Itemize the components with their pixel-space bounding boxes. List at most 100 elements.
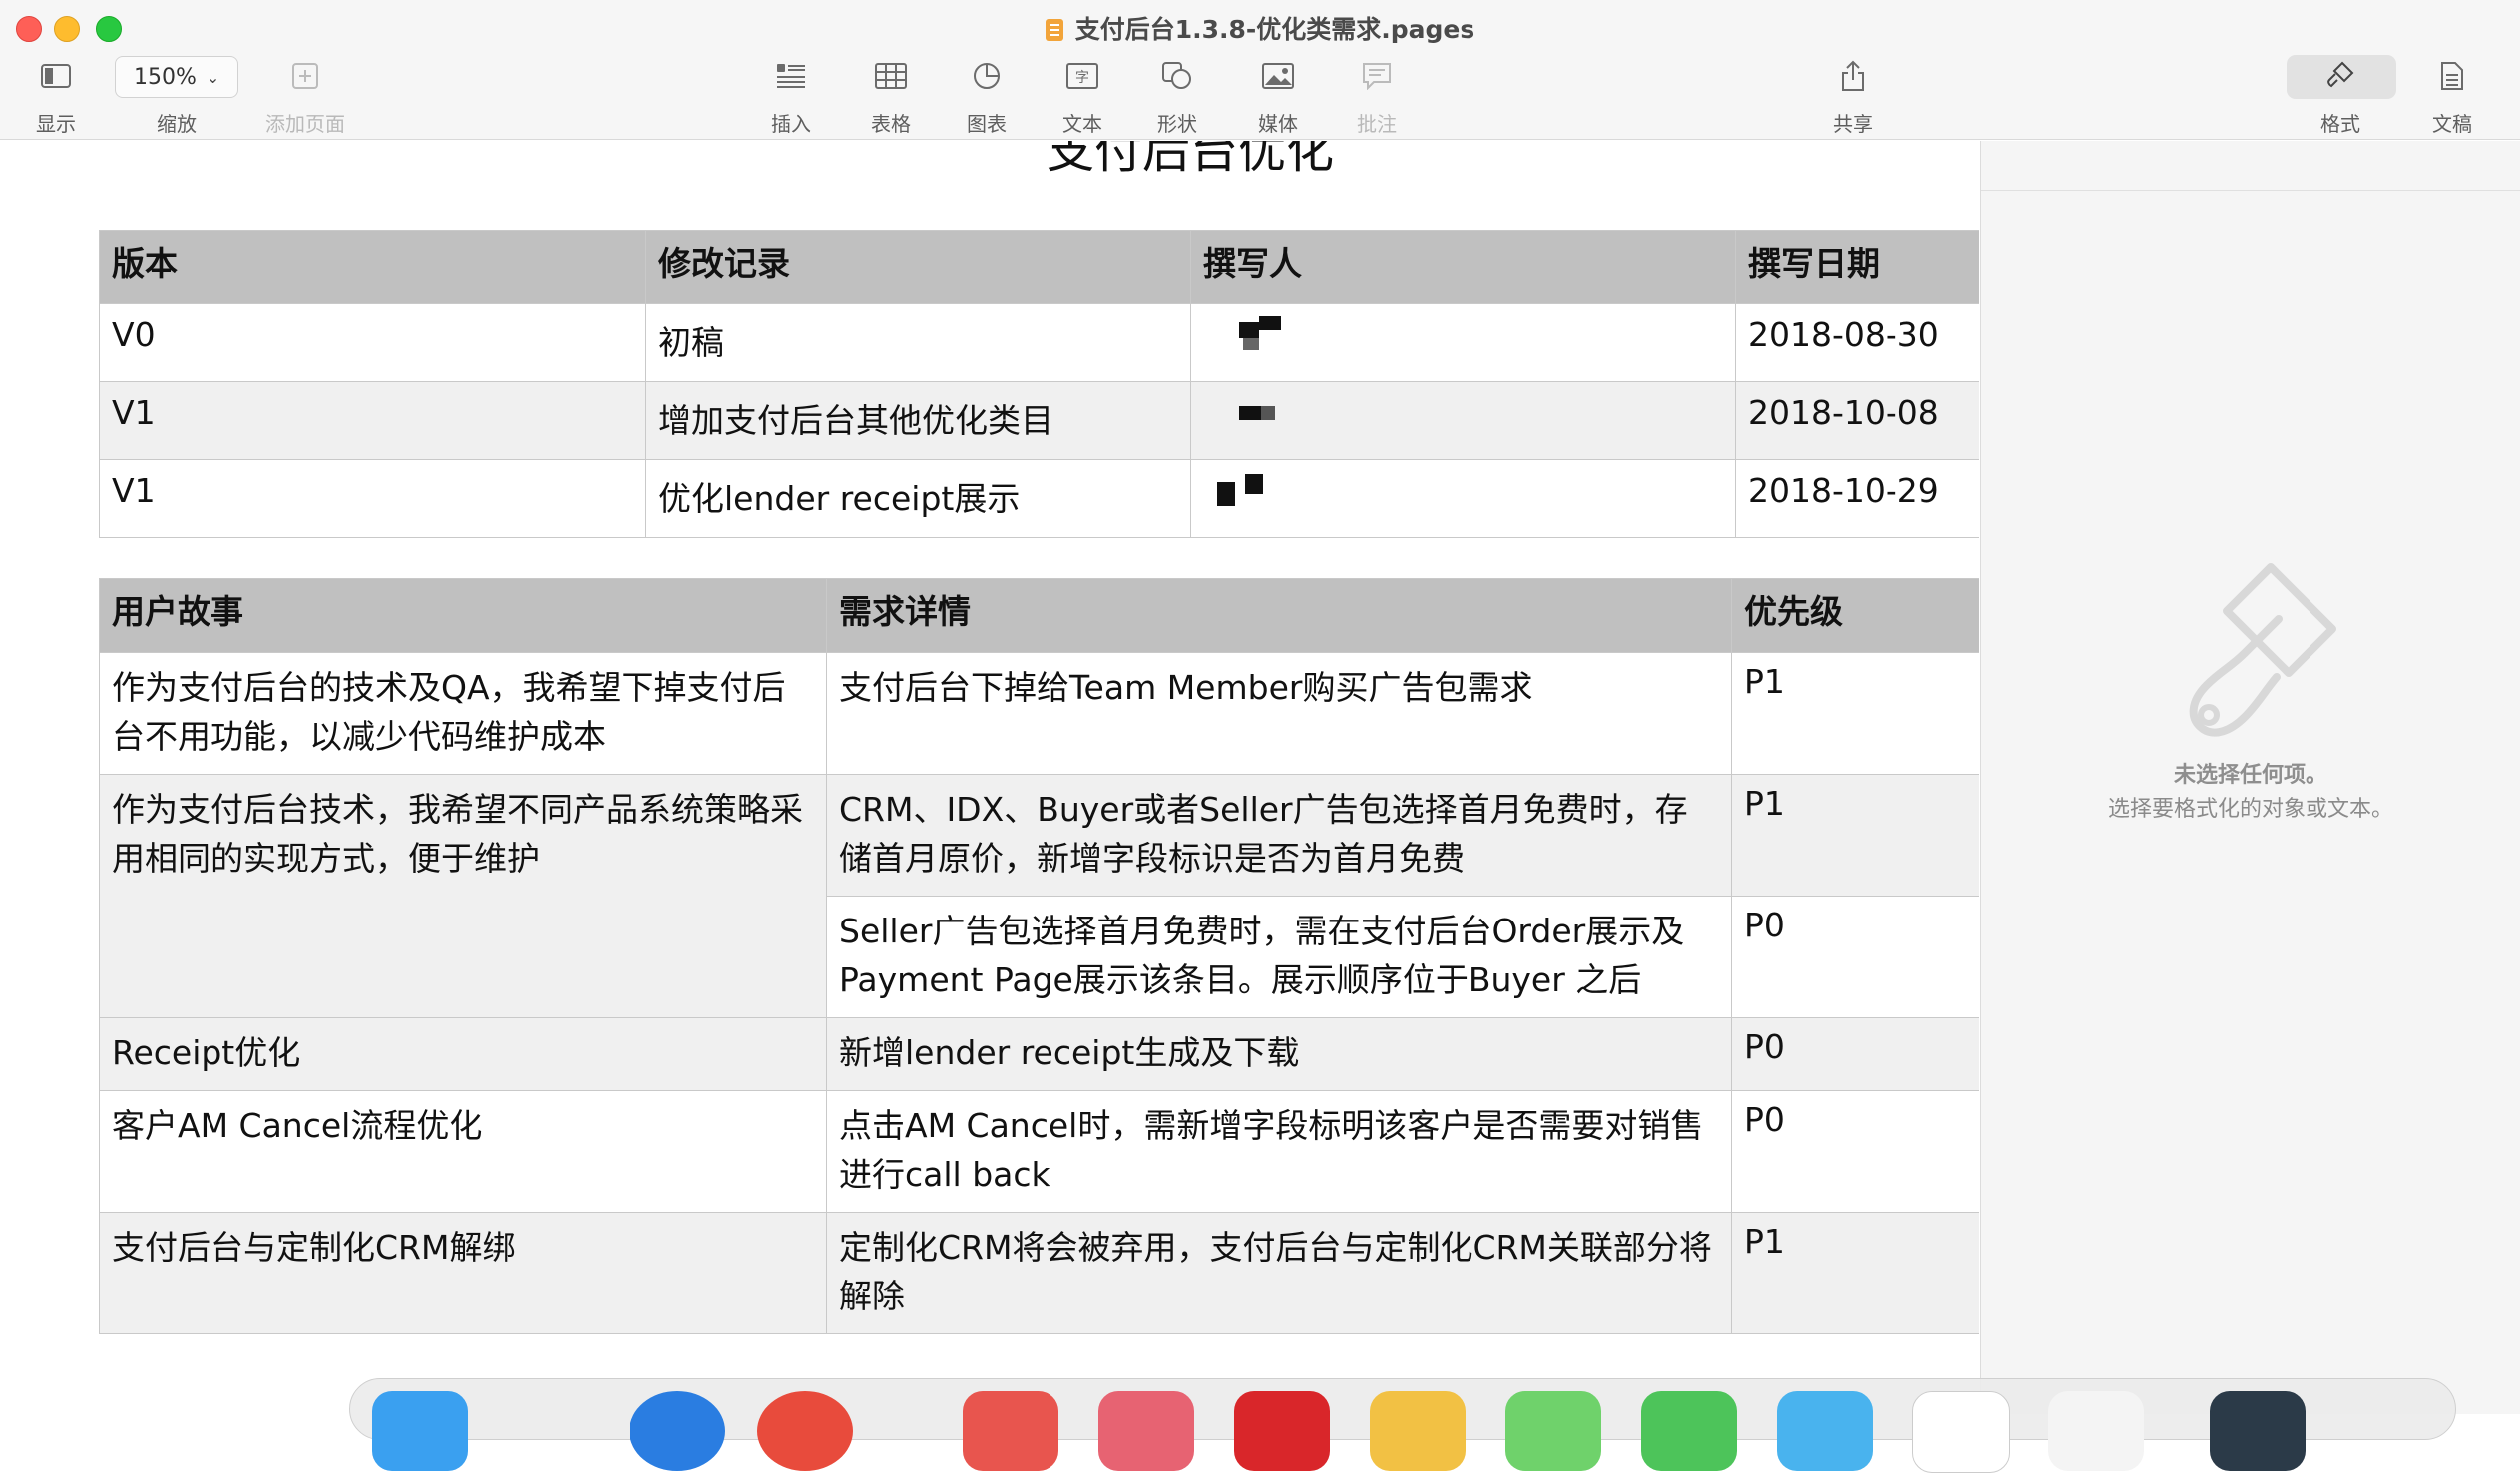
cell-change[interactable]: 优化lender receipt展示 <box>645 459 1191 538</box>
insert-button[interactable]: 插入 <box>736 58 846 137</box>
comment-button[interactable]: 批注 <box>1322 58 1432 137</box>
document-title[interactable]: 支付后台优化 <box>0 141 1979 181</box>
add-page-label: 添加页面 <box>265 112 345 136</box>
dock-app-icon[interactable] <box>1098 1391 1194 1471</box>
dock-app-icon[interactable] <box>963 1391 1058 1471</box>
cell-user-story[interactable]: 作为支付后台的技术及QA，我希望下掉支付后台不用功能，以减少代码维护成本 <box>99 652 827 775</box>
sidebar-divider <box>1981 190 2520 191</box>
cell-change[interactable]: 增加支付后台其他优化类目 <box>645 381 1191 460</box>
format-sidebar: 未选择任何项。 选择要格式化的对象或文本。 <box>1980 141 2520 1414</box>
cell-user-story[interactable]: 支付后台与定制化CRM解绑 <box>99 1212 827 1334</box>
text-label: 文本 <box>1062 112 1102 136</box>
cell-version[interactable]: V1 <box>99 459 646 538</box>
cell-date[interactable]: 2018-10-08 <box>1735 381 1979 460</box>
dock-app-icon[interactable] <box>2048 1391 2144 1471</box>
cell-requirement-detail[interactable]: 定制化CRM将会被弃用，支付后台与定制化CRM关联部分将解除 <box>826 1212 1732 1334</box>
share-button[interactable]: 共享 <box>1798 58 1907 137</box>
cell-priority[interactable]: P1 <box>1731 1212 1979 1334</box>
dock-app-icon[interactable] <box>1370 1391 1466 1471</box>
dock-app-icon[interactable] <box>1234 1391 1330 1471</box>
table-row[interactable]: 支付后台与定制化CRM解绑 定制化CRM将会被弃用，支付后台与定制化CRM关联部… <box>99 1212 1979 1334</box>
revision-header-row: 版本 修改记录 撰写人 撰写日期 <box>99 230 1979 304</box>
cell-change[interactable]: 初稿 <box>645 303 1191 382</box>
view-button[interactable]: 显示 <box>1 58 111 137</box>
cell-date[interactable]: 2018-10-29 <box>1735 459 1979 538</box>
table-row[interactable]: Receipt优化 新增lender receipt生成及下载 P0 <box>99 1017 1979 1091</box>
redacted-author-name <box>1203 314 1313 358</box>
pie-chart-icon <box>932 58 1042 94</box>
dock-app-icon[interactable] <box>2210 1391 2306 1471</box>
dock-app-icon[interactable] <box>1505 1391 1601 1471</box>
cell-requirement-detail[interactable]: 点击AM Cancel时，需新增字段标明该客户是否需要对销售进行call bac… <box>826 1090 1732 1213</box>
table-button[interactable]: 表格 <box>836 58 946 137</box>
header-date[interactable]: 撰写日期 <box>1735 230 1979 304</box>
cell-priority[interactable]: P0 <box>1731 1090 1979 1213</box>
cell-user-story[interactable]: 客户AM Cancel流程优化 <box>99 1090 827 1213</box>
header-user-story[interactable]: 用户故事 <box>99 578 827 653</box>
text-button[interactable]: 字 文本 <box>1028 58 1137 137</box>
cell-priority[interactable]: P1 <box>1731 652 1979 775</box>
add-page-button[interactable]: 添加页面 <box>250 58 360 137</box>
empty-selection-message: 未选择任何项。 选择要格式化的对象或文本。 <box>1981 759 2520 827</box>
document-label: 文稿 <box>2432 112 2472 136</box>
cell-user-story[interactable]: Receipt优化 <box>99 1017 827 1091</box>
table-row[interactable]: 作为支付后台技术，我希望不同产品系统策略采用相同的实现方式，便于维护 CRM、I… <box>99 774 1979 1018</box>
media-label: 媒体 <box>1258 112 1298 136</box>
window-title: 支付后台1.3.8-优化类需求.pages <box>0 10 2520 46</box>
empty-selection-title: 未选择任何项。 <box>2173 763 2327 788</box>
table-row[interactable]: V1 增加支付后台其他优化类目 2018-10-08 <box>99 381 1979 460</box>
table-icon <box>836 58 946 94</box>
cell-priority[interactable]: P0 <box>1731 1017 1979 1091</box>
dock-app-icon[interactable] <box>372 1391 468 1471</box>
add-page-icon <box>250 58 360 94</box>
header-requirement-detail[interactable]: 需求详情 <box>826 578 1732 653</box>
table-row[interactable]: V0 初稿 2018-08-30 <box>99 303 1979 382</box>
cell-requirement-detail[interactable]: CRM、IDX、Buyer或者Seller广告包选择首月免费时，存储首月原价，新… <box>826 774 1732 897</box>
document-canvas[interactable]: 支付后台优化 版本 修改记录 撰写人 撰写日期 V0 初稿 2018-08-30… <box>0 141 1979 1414</box>
header-change-log[interactable]: 修改记录 <box>645 230 1191 304</box>
document-button[interactable]: 文稿 <box>2397 58 2507 137</box>
dock-app-icon[interactable] <box>757 1391 853 1471</box>
share-icon <box>1798 58 1907 94</box>
format-label: 格式 <box>2320 112 2360 136</box>
table-row[interactable]: V1 优化lender receipt展示 2018-10-29 <box>99 459 1979 538</box>
table-label: 表格 <box>871 112 911 136</box>
paintbrush-icon <box>2161 559 2340 743</box>
insert-list-icon <box>736 58 846 94</box>
comment-label: 批注 <box>1357 112 1397 136</box>
cell-requirement-detail[interactable]: 新增lender receipt生成及下载 <box>826 1017 1732 1091</box>
cell-version[interactable]: V0 <box>99 303 646 382</box>
cell-requirement-detail[interactable]: 支付后台下掉给Team Member购买广告包需求 <box>826 652 1732 775</box>
cell-priority[interactable]: P1 <box>1731 774 1979 897</box>
media-button[interactable]: 媒体 <box>1223 58 1333 137</box>
cell-requirement-detail[interactable]: Seller广告包选择首月免费时，需在支付后台Order展示及Payment P… <box>826 896 1732 1018</box>
format-button[interactable]: 格式 <box>2286 58 2395 137</box>
chart-label: 图表 <box>967 112 1007 136</box>
comment-icon <box>1322 58 1432 94</box>
shape-icon <box>1122 58 1232 94</box>
cell-priority[interactable]: P0 <box>1731 896 1979 1018</box>
shape-button[interactable]: 形状 <box>1122 58 1232 137</box>
cell-date[interactable]: 2018-08-30 <box>1735 303 1979 382</box>
cell-author-redacted[interactable] <box>1190 381 1736 460</box>
user-story-table[interactable]: 用户故事 需求详情 优先级 作为支付后台的技术及QA，我希望下掉支付后台不用功能… <box>99 578 1979 1334</box>
cell-author-redacted[interactable] <box>1190 459 1736 538</box>
dock-app-icon[interactable] <box>1777 1391 1873 1471</box>
header-author[interactable]: 撰写人 <box>1190 230 1736 304</box>
text-box-icon: 字 <box>1028 58 1137 94</box>
dock-app-icon[interactable] <box>630 1391 725 1471</box>
cell-author-redacted[interactable] <box>1190 303 1736 382</box>
chart-button[interactable]: 图表 <box>932 58 1042 137</box>
cell-user-story[interactable]: 作为支付后台技术，我希望不同产品系统策略采用相同的实现方式，便于维护 <box>99 774 827 1018</box>
sidebar-view-icon <box>1 58 111 94</box>
revision-table[interactable]: 版本 修改记录 撰写人 撰写日期 V0 初稿 2018-08-30 V1 增加支… <box>99 230 1979 538</box>
header-version[interactable]: 版本 <box>99 230 646 304</box>
window-title-text: 支付后台1.3.8-优化类需求.pages <box>1074 15 1475 44</box>
table-row[interactable]: 作为支付后台的技术及QA，我希望下掉支付后台不用功能，以减少代码维护成本 支付后… <box>99 652 1979 775</box>
header-priority[interactable]: 优先级 <box>1731 578 1979 653</box>
table-row[interactable]: 客户AM Cancel流程优化 点击AM Cancel时，需新增字段标明该客户是… <box>99 1090 1979 1213</box>
document-icon <box>2397 58 2507 94</box>
dock-app-icon[interactable] <box>1641 1391 1737 1471</box>
cell-version[interactable]: V1 <box>99 381 646 460</box>
dock-app-icon[interactable] <box>1912 1391 2010 1473</box>
